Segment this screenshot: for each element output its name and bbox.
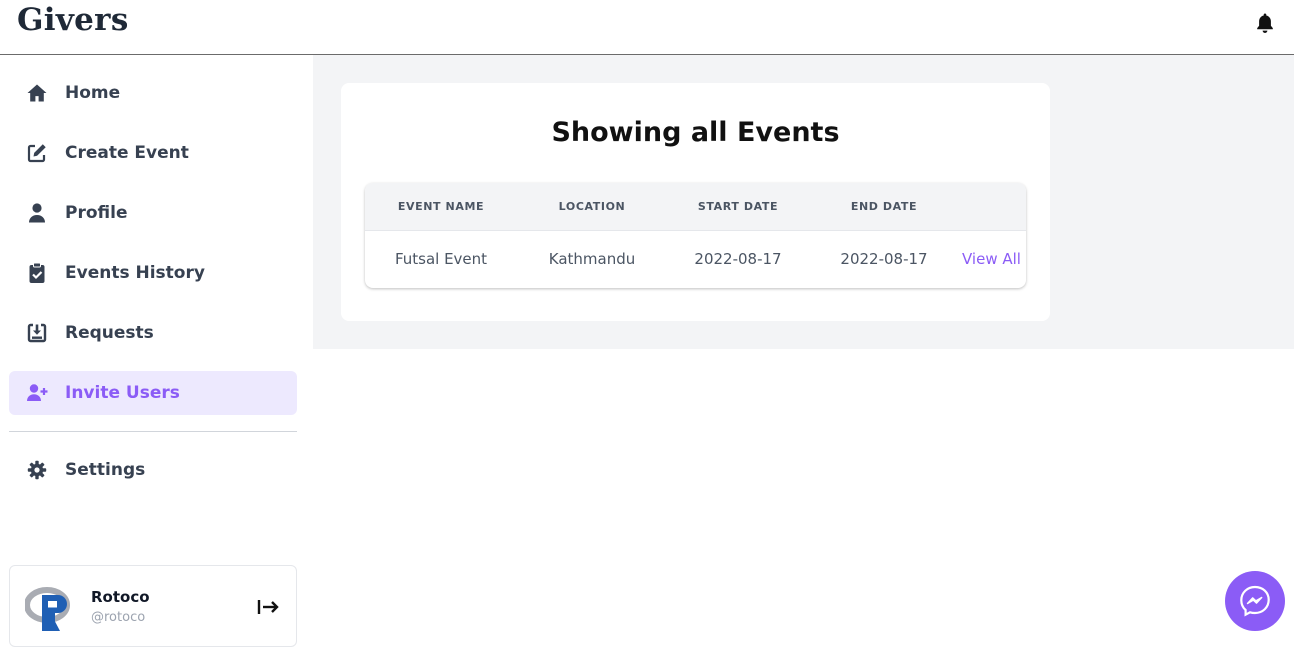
column-header-end-date: END DATE [850,200,918,213]
notification-bell-icon[interactable] [1255,12,1275,34]
app-logo[interactable]: Givers [17,2,129,38]
sidebar: Home Create Event Profile Events History… [0,55,313,663]
table-row: Futsal Event Kathmandu 2022-08-17 2022-0… [365,231,1026,288]
view-all-link[interactable]: View All [962,250,1021,268]
column-header-event-name: EVENT NAME [397,200,485,213]
sidebar-item-settings[interactable]: Settings [9,448,297,492]
top-bar: Givers [0,0,1294,55]
sidebar-item-label: Requests [65,323,154,343]
cell-location: Kathmandu [548,250,636,268]
sidebar-divider [9,431,297,432]
cell-event-name: Futsal Event [394,250,488,268]
messenger-icon [1240,585,1270,617]
edit-icon [26,142,48,164]
sidebar-item-create-event[interactable]: Create Event [9,131,297,175]
sidebar-item-home[interactable]: Home [9,71,297,115]
sidebar-item-label: Events History [65,263,205,283]
sidebar-item-label: Settings [65,460,146,480]
sidebar-item-profile[interactable]: Profile [9,191,297,235]
user-plus-icon [26,382,48,404]
messenger-chat-button[interactable] [1225,571,1285,631]
sidebar-item-requests[interactable]: Requests [9,311,297,355]
avatar[interactable] [25,581,77,633]
column-header-start-date: START DATE [697,200,779,213]
sidebar-item-label: Invite Users [65,383,180,403]
sidebar-item-events-history[interactable]: Events History [9,251,297,295]
sidebar-item-label: Create Event [65,143,189,163]
user-icon [26,202,48,224]
cell-end-date: 2022-08-17 [840,250,928,268]
user-handle: @rotoco [91,610,146,625]
cell-start-date: 2022-08-17 [694,250,782,268]
download-box-icon [26,322,48,344]
logout-icon[interactable] [256,596,280,618]
clipboard-check-icon [26,262,48,284]
sidebar-item-label: Profile [65,203,128,223]
events-table: EVENT NAME LOCATION START DATE END DATE … [365,183,1026,288]
page-title: Showing all Events [551,117,840,148]
table-header: EVENT NAME LOCATION START DATE END DATE [365,183,1026,231]
user-name: Rotoco [91,588,150,606]
sidebar-item-label: Home [65,83,121,103]
home-icon [26,82,48,104]
gear-icon [26,459,48,481]
sidebar-item-invite-users[interactable]: Invite Users [9,371,297,415]
user-card: Rotoco @rotoco [9,565,297,647]
column-header-location: LOCATION [558,200,626,213]
